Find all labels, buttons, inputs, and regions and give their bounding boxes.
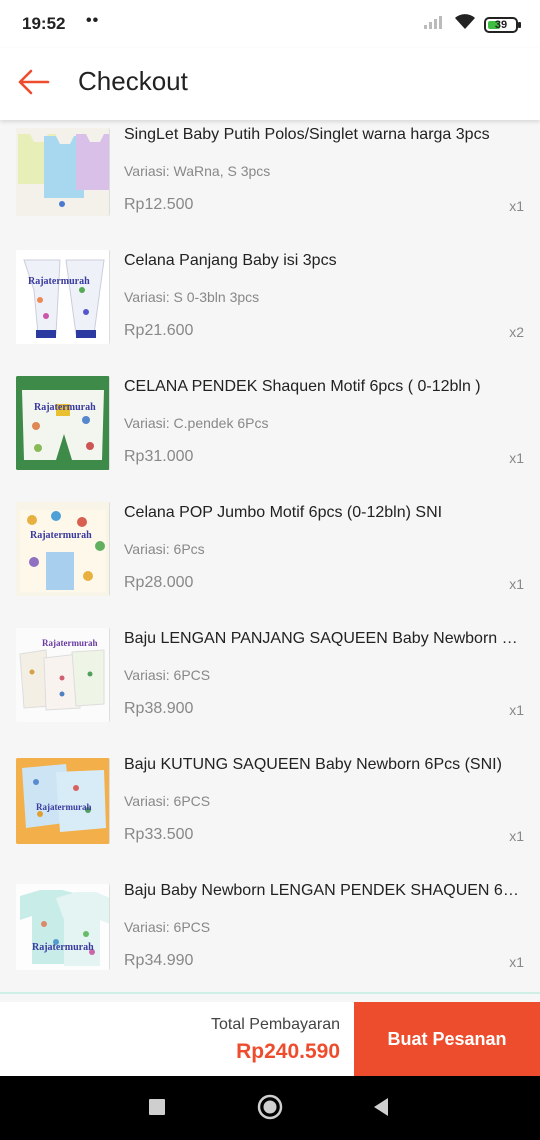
item-title: Baju KUTUNG SAQUEEN Baby Newborn 6Pcs (S… xyxy=(124,756,502,773)
list-item[interactable]: Rajatermurah Celana Panjang Baby isi 3pc… xyxy=(0,246,540,372)
watermark-text: Rajatermurah xyxy=(42,638,98,648)
status-icons: 39 xyxy=(424,14,521,35)
item-variant: Variasi: S 0-3bln 3pcs xyxy=(124,289,260,305)
item-variant: Variasi: WaRna, S 3pcs xyxy=(124,163,271,179)
list-item[interactable]: Rajatermurah Baju Baby Newborn LENGAN PE… xyxy=(0,876,540,992)
item-quantity: x1 xyxy=(509,954,524,970)
recent-apps-button[interactable] xyxy=(142,1094,172,1124)
wifi-icon xyxy=(454,14,476,35)
total-value: Rp240.590 xyxy=(236,1040,340,1063)
signal-icon xyxy=(424,15,446,34)
arrow-left-icon xyxy=(18,69,50,100)
battery-level: 39 xyxy=(494,18,508,31)
checkout-bar: Total Pembayaran Rp240.590 Buat Pesanan xyxy=(0,1002,540,1076)
item-quantity: x1 xyxy=(509,702,524,718)
product-image: Rajatermurah xyxy=(16,628,110,722)
item-price: Rp21.600 xyxy=(124,322,194,339)
item-variant: Variasi: 6Pcs xyxy=(124,541,205,557)
product-image: Rajatermurah xyxy=(16,250,110,344)
list-item[interactable]: SingLet Baby Putih Polos/Singlet warna h… xyxy=(0,120,540,246)
item-quantity: x1 xyxy=(509,450,524,466)
item-quantity: x1 xyxy=(509,828,524,844)
order-items-list[interactable]: SingLet Baby Putih Polos/Singlet warna h… xyxy=(0,120,540,992)
item-quantity: x1 xyxy=(509,198,524,214)
status-bar: 19:52 •• 39 xyxy=(0,0,540,48)
item-title: Baju Baby Newborn LENGAN PENDEK SHAQUEN … xyxy=(124,882,526,899)
notification-dots: •• xyxy=(86,12,100,29)
system-nav-bar xyxy=(0,1076,540,1140)
item-title: Celana Panjang Baby isi 3pcs xyxy=(124,252,337,269)
watermark-text: Rajatermurah xyxy=(34,402,96,413)
list-item[interactable]: Rajatermurah CELANA PENDEK Shaquen Motif… xyxy=(0,372,540,498)
item-price: Rp12.500 xyxy=(124,196,194,213)
back-nav-button[interactable] xyxy=(366,1094,396,1124)
item-quantity: x1 xyxy=(509,576,524,592)
product-image xyxy=(16,128,110,216)
watermark-text: Rajatermurah xyxy=(32,942,94,953)
item-title: CELANA PENDEK Shaquen Motif 6pcs ( 0-12b… xyxy=(124,378,481,395)
home-button[interactable] xyxy=(255,1094,285,1124)
square-icon xyxy=(149,1098,165,1120)
triangle-back-icon xyxy=(372,1097,390,1122)
list-item[interactable]: Rajatermurah Baju LENGAN PANJANG SAQUEEN… xyxy=(0,624,540,750)
list-item[interactable]: Rajatermurah Celana POP Jumbo Motif 6pcs… xyxy=(0,498,540,624)
place-order-button[interactable]: Buat Pesanan xyxy=(354,1002,540,1076)
divider xyxy=(0,992,540,994)
item-variant: Variasi: 6PCS xyxy=(124,667,211,683)
item-quantity: x2 xyxy=(509,324,524,340)
status-time: 19:52 xyxy=(22,14,66,33)
item-price: Rp34.990 xyxy=(124,952,194,969)
product-image: Rajatermurah xyxy=(16,758,110,844)
list-item[interactable]: Rajatermurah Baju KUTUNG SAQUEEN Baby Ne… xyxy=(0,750,540,876)
item-variant: Variasi: 6PCS xyxy=(124,793,211,809)
item-price: Rp31.000 xyxy=(124,448,194,465)
item-variant: Variasi: C.pendek 6Pcs xyxy=(124,415,269,431)
item-title: Celana POP Jumbo Motif 6pcs (0-12bln) SN… xyxy=(124,504,443,521)
battery-icon: 39 xyxy=(484,16,521,33)
watermark-text: Rajatermurah xyxy=(28,276,90,287)
item-variant: Variasi: 6PCS xyxy=(124,919,211,935)
product-image: Rajatermurah xyxy=(16,376,110,470)
product-image: Rajatermurah xyxy=(16,502,110,596)
item-price: Rp38.900 xyxy=(124,700,194,717)
item-price: Rp33.500 xyxy=(124,826,194,843)
total-label: Total Pembayaran xyxy=(211,1016,340,1033)
circle-icon xyxy=(257,1094,283,1125)
item-title: Baju LENGAN PANJANG SAQUEEN Baby Newborn… xyxy=(124,630,526,647)
watermark-text: Rajatermurah xyxy=(36,802,92,812)
back-button[interactable] xyxy=(14,64,54,104)
watermark-text: Rajatermurah xyxy=(30,530,92,541)
product-image: Rajatermurah xyxy=(16,884,110,970)
item-price: Rp28.000 xyxy=(124,574,194,591)
app-bar: Checkout xyxy=(0,48,540,120)
item-title: SingLet Baby Putih Polos/Singlet warna h… xyxy=(124,126,490,143)
page-title: Checkout xyxy=(78,66,188,96)
